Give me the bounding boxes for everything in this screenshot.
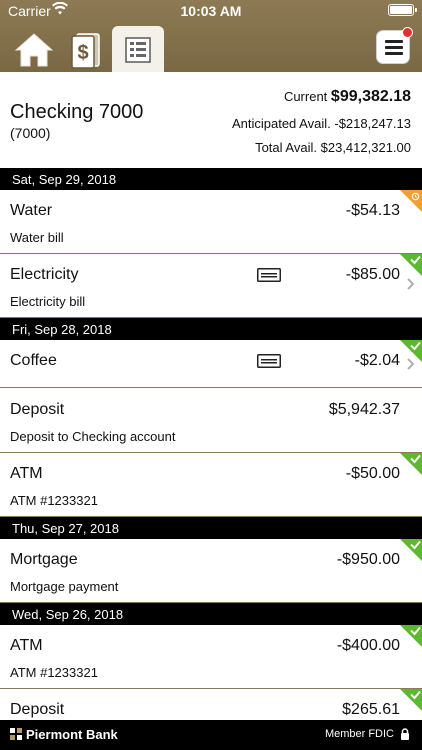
status-bar: Carrier 10:03 AM [0, 0, 422, 22]
date-header: Wed, Sep 26, 2018 [0, 603, 422, 625]
transaction-name: Mortgage [10, 551, 78, 568]
account-number: (7000) [10, 125, 51, 141]
transaction-amount: -$50.00 [345, 465, 400, 482]
home-icon [14, 33, 54, 67]
total-balance-label: Total Avail. [255, 140, 317, 155]
transaction-name: Deposit [10, 401, 65, 418]
menu-icon-bar [385, 52, 403, 55]
transaction-amount: -$400.00 [336, 637, 400, 654]
transaction-name: Electricity [10, 266, 79, 283]
transaction-row[interactable]: Mortgage -$950.00 Mortgage payment [0, 539, 422, 603]
cleared-check-icon [400, 254, 422, 276]
current-balance: Current $99,382.18 [284, 88, 411, 106]
pending-status-icon [400, 190, 422, 212]
account-name: Checking 7000 [10, 101, 144, 123]
menu-icon-bar [385, 46, 403, 49]
battery-icon [388, 4, 417, 16]
transaction-amount: -$2.04 [354, 352, 400, 369]
register-tab[interactable] [112, 26, 164, 72]
total-balance: Total Avail. $23,412,321.00 [255, 140, 411, 155]
transaction-name: Deposit [10, 701, 65, 718]
transaction-description: ATM #1233321 [10, 665, 98, 680]
transaction-description: Electricity bill [10, 294, 86, 309]
anticipated-balance-label: Anticipated Avail. [231, 116, 331, 131]
menu-button[interactable] [376, 27, 413, 64]
transaction-row[interactable]: Deposit $5,942.37 Deposit to Checking ac… [0, 389, 422, 453]
bank-name: Piermont Bank [26, 727, 118, 742]
transaction-row[interactable]: ATM -$400.00 ATM #1233321 [0, 625, 422, 689]
transaction-description: ATM #1233321 [10, 493, 98, 508]
register-icon [125, 37, 151, 63]
transaction-name: Water [10, 202, 53, 219]
transaction-name: Coffee [10, 352, 57, 369]
date-header: Thu, Sep 27, 2018 [0, 517, 422, 539]
transaction-row[interactable]: Water -$54.13 Water bill [0, 190, 422, 254]
lock-icon [401, 728, 409, 740]
transaction-description: Deposit to Checking account [10, 429, 176, 444]
transaction-row[interactable]: Electricity -$85.00 Electricity bill [0, 254, 422, 318]
transaction-row[interactable]: Coffee -$2.04 [0, 340, 422, 388]
cleared-check-icon [400, 689, 422, 711]
current-balance-label: Current [283, 89, 328, 104]
transaction-name: ATM [10, 637, 43, 654]
transaction-name: ATM [10, 465, 43, 482]
total-balance-value: $23,412,321.00 [320, 140, 411, 155]
notification-badge [402, 27, 413, 38]
date-header: Fri, Sep 28, 2018 [0, 318, 422, 340]
money-icon: $ [71, 33, 100, 69]
transaction-row[interactable]: ATM -$50.00 ATM #1233321 [0, 453, 422, 517]
transfers-button[interactable]: $ [66, 30, 106, 70]
clock: 10:03 AM [180, 3, 242, 19]
fdic-label: Member FDIC [324, 728, 394, 740]
home-button[interactable] [14, 30, 54, 70]
bank-logo-icon [10, 728, 22, 740]
transaction-description: Water bill [10, 230, 64, 245]
date-header: Sat, Sep 29, 2018 [0, 168, 422, 190]
current-balance-value: $99,382.18 [330, 88, 411, 105]
svg-text:$: $ [77, 42, 88, 64]
cleared-check-icon [400, 539, 422, 561]
chevron-right-icon[interactable] [407, 358, 415, 370]
transaction-amount: -$950.00 [336, 551, 400, 568]
chevron-right-icon[interactable] [407, 278, 415, 290]
transaction-amount: $265.61 [342, 701, 400, 718]
transaction-description: Mortgage payment [10, 579, 119, 594]
footer-bar: Piermont Bank Member FDIC [0, 720, 422, 750]
menu-icon [385, 40, 403, 43]
anticipated-balance: Anticipated Avail. -$218,247.13 [232, 116, 411, 131]
top-nav-bar: Carrier 10:03 AM $ [0, 0, 422, 72]
cleared-check-icon [400, 625, 422, 647]
transaction-amount: $5,942.37 [328, 401, 400, 418]
account-summary: Checking 7000 (7000) Current $99,382.18 … [0, 72, 422, 167]
transaction-amount: -$85.00 [345, 266, 400, 283]
cleared-check-icon [400, 453, 422, 475]
anticipated-balance-value: -$218,247.13 [334, 116, 411, 131]
transaction-amount: -$54.13 [345, 202, 400, 219]
card-icon [257, 354, 281, 368]
card-icon [257, 268, 281, 282]
